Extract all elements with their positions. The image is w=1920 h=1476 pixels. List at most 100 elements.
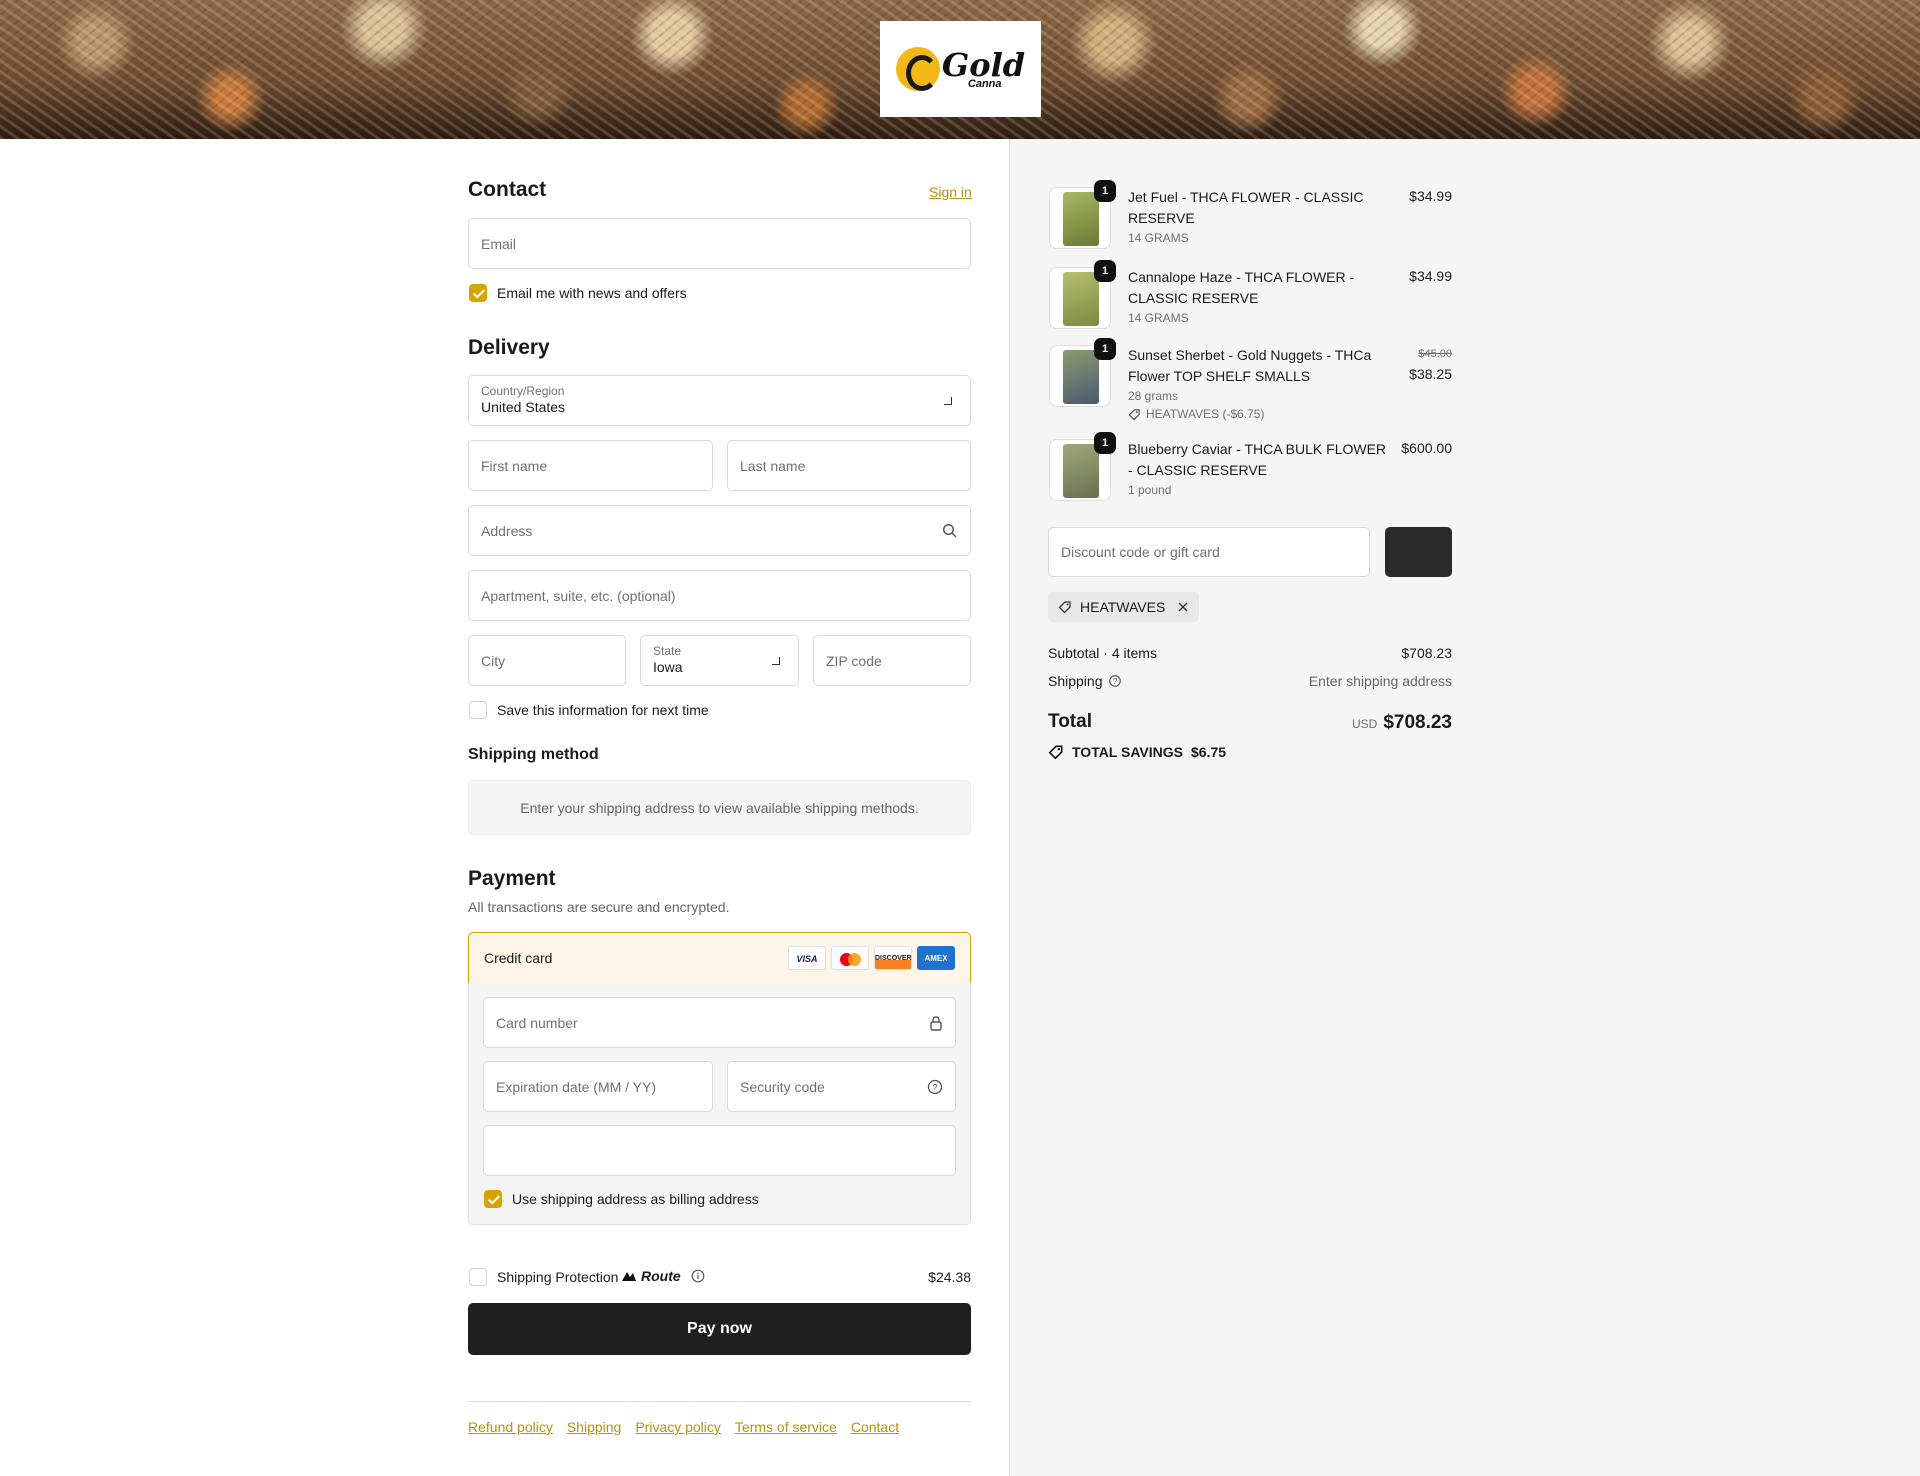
first-name-field[interactable]: First name <box>468 440 713 491</box>
product-thumbnail: 1 <box>1049 432 1116 501</box>
svg-text:?: ? <box>1112 677 1117 686</box>
chevron-down-icon <box>772 656 780 665</box>
last-name-field[interactable]: Last name <box>727 440 971 491</box>
lock-icon <box>930 1015 942 1031</box>
product-thumbnail: 1 <box>1049 260 1116 329</box>
store-logo[interactable]: Gold Canna <box>880 21 1041 117</box>
item-title: Cannalope Haze - THCA FLOWER - CLASSIC R… <box>1128 269 1355 306</box>
shipping-method-notice: Enter your shipping address to view avai… <box>468 780 971 835</box>
first-name-placeholder: First name <box>481 457 548 474</box>
amex-icon: AMEX <box>917 946 955 970</box>
discount-code-field[interactable]: Discount code or gift card <box>1048 527 1370 577</box>
save-info-checkbox[interactable] <box>469 701 487 719</box>
close-icon[interactable] <box>1177 601 1189 613</box>
country-select[interactable]: Country/Region United States <box>468 375 971 426</box>
tag-icon <box>1128 408 1140 420</box>
email-field[interactable]: Email <box>468 218 971 269</box>
shipping-link[interactable]: Shipping <box>567 1419 622 1435</box>
name-on-card-field[interactable] <box>483 1125 956 1176</box>
privacy-policy-link[interactable]: Privacy policy <box>635 1419 721 1435</box>
footer-links: Refund policy Shipping Privacy policy Te… <box>468 1419 899 1435</box>
help-circle-icon[interactable]: ? <box>927 1079 943 1095</box>
shipping-label: Shipping <box>1048 673 1103 689</box>
payment-subtitle: All transactions are secure and encrypte… <box>468 899 730 915</box>
item-price: $38.25 <box>1409 366 1452 382</box>
apartment-field[interactable]: Apartment, suite, etc. (optional) <box>468 570 971 621</box>
news-checkbox[interactable] <box>469 284 487 302</box>
quantity-badge: 1 <box>1094 180 1116 202</box>
cart-item: Blueberry Caviar - THCA BULK FLOWER - CL… <box>1128 439 1388 497</box>
zip-field[interactable]: ZIP code <box>813 635 971 686</box>
total-label: Total <box>1048 711 1092 732</box>
chevron-down-icon <box>944 396 952 405</box>
item-title: Jet Fuel - THCA FLOWER - CLASSIC RESERVE <box>1128 189 1364 226</box>
quantity-badge: 1 <box>1094 338 1116 360</box>
total-amount: USD $708.23 <box>1272 712 1452 734</box>
product-image <box>1063 192 1099 246</box>
logo-sub: Canna <box>967 77 1002 90</box>
last-name-placeholder: Last name <box>740 457 806 474</box>
country-value: United States <box>481 399 566 415</box>
sign-in-link[interactable]: Sign in <box>929 184 972 200</box>
credit-card-option[interactable]: Credit card VISA DISCOVER AMEX <box>468 932 971 984</box>
item-discount-text: HEATWAVES (-$6.75) <box>1146 407 1265 421</box>
item-original-price: $45.00 <box>1418 348 1452 360</box>
subtotal-value: $708.23 <box>1401 645 1452 661</box>
contact-link[interactable]: Contact <box>851 1419 899 1435</box>
logo-mark-icon <box>895 47 940 91</box>
expiration-placeholder: Expiration date (MM / YY) <box>496 1078 657 1095</box>
cart-item: Jet Fuel - THCA FLOWER - CLASSIC RESERVE… <box>1128 187 1398 245</box>
billing-same-checkbox[interactable] <box>484 1190 502 1208</box>
card-number-field[interactable]: Card number <box>483 997 956 1048</box>
info-icon[interactable] <box>691 1269 705 1283</box>
city-field[interactable]: City <box>468 635 626 686</box>
news-label: Email me with news and offers <box>497 285 687 301</box>
search-icon <box>942 523 957 538</box>
total-currency: USD <box>1351 717 1378 731</box>
delivery-heading: Delivery <box>468 336 550 359</box>
savings-value: $6.75 <box>1190 744 1227 760</box>
applied-code-text: HEATWAVES <box>1080 599 1166 615</box>
pay-now-label: Pay now <box>687 1320 752 1337</box>
credit-card-label: Credit card <box>484 950 553 966</box>
visa-icon: VISA <box>788 946 826 970</box>
save-info-label: Save this information for next time <box>497 702 709 718</box>
shipping-protection-checkbox[interactable] <box>469 1268 487 1286</box>
product-thumbnail: 1 <box>1049 338 1116 407</box>
security-code-field[interactable]: Security code ? <box>727 1061 956 1112</box>
item-price: $600.00 <box>1401 440 1452 456</box>
zip-placeholder: ZIP code <box>826 652 882 669</box>
item-variant: 1 pound <box>1128 483 1172 497</box>
country-label: Country/Region <box>481 384 565 398</box>
quantity-badge: 1 <box>1094 432 1116 454</box>
address-placeholder: Address <box>481 522 533 539</box>
route-name: Route <box>641 1268 681 1284</box>
product-image <box>1063 272 1099 326</box>
card-number-placeholder: Card number <box>496 1014 578 1031</box>
discover-icon: DISCOVER <box>874 946 912 970</box>
help-circle-icon[interactable]: ? <box>1108 674 1122 688</box>
item-variant: 14 GRAMS <box>1128 231 1189 245</box>
mastercard-icon <box>831 946 869 970</box>
expiration-field[interactable]: Expiration date (MM / YY) <box>483 1061 713 1112</box>
refund-policy-link[interactable]: Refund policy <box>468 1419 553 1435</box>
shipping-row-label: Shipping ? <box>1048 673 1122 689</box>
item-title: Blueberry Caviar - THCA BULK FLOWER - CL… <box>1128 441 1387 478</box>
security-code-placeholder: Security code <box>740 1078 825 1095</box>
city-placeholder: City <box>481 652 506 669</box>
shipping-notice-text: Enter your shipping address to view avai… <box>520 799 919 816</box>
cart-item: Cannalope Haze - THCA FLOWER - CLASSIC R… <box>1128 267 1398 325</box>
pay-now-button[interactable]: Pay now <box>468 1303 971 1355</box>
route-brand: Route <box>621 1268 705 1284</box>
apply-discount-button[interactable] <box>1385 527 1452 577</box>
product-image <box>1063 444 1099 498</box>
state-value: Iowa <box>653 659 683 675</box>
state-select[interactable]: State Iowa <box>640 635 799 686</box>
svg-text:?: ? <box>932 1082 937 1092</box>
address-field[interactable]: Address <box>468 505 971 556</box>
email-placeholder: Email <box>481 235 517 252</box>
product-image <box>1063 350 1099 404</box>
terms-link[interactable]: Terms of service <box>735 1419 837 1435</box>
apartment-placeholder: Apartment, suite, etc. (optional) <box>481 587 676 604</box>
tag-icon <box>1058 601 1071 614</box>
